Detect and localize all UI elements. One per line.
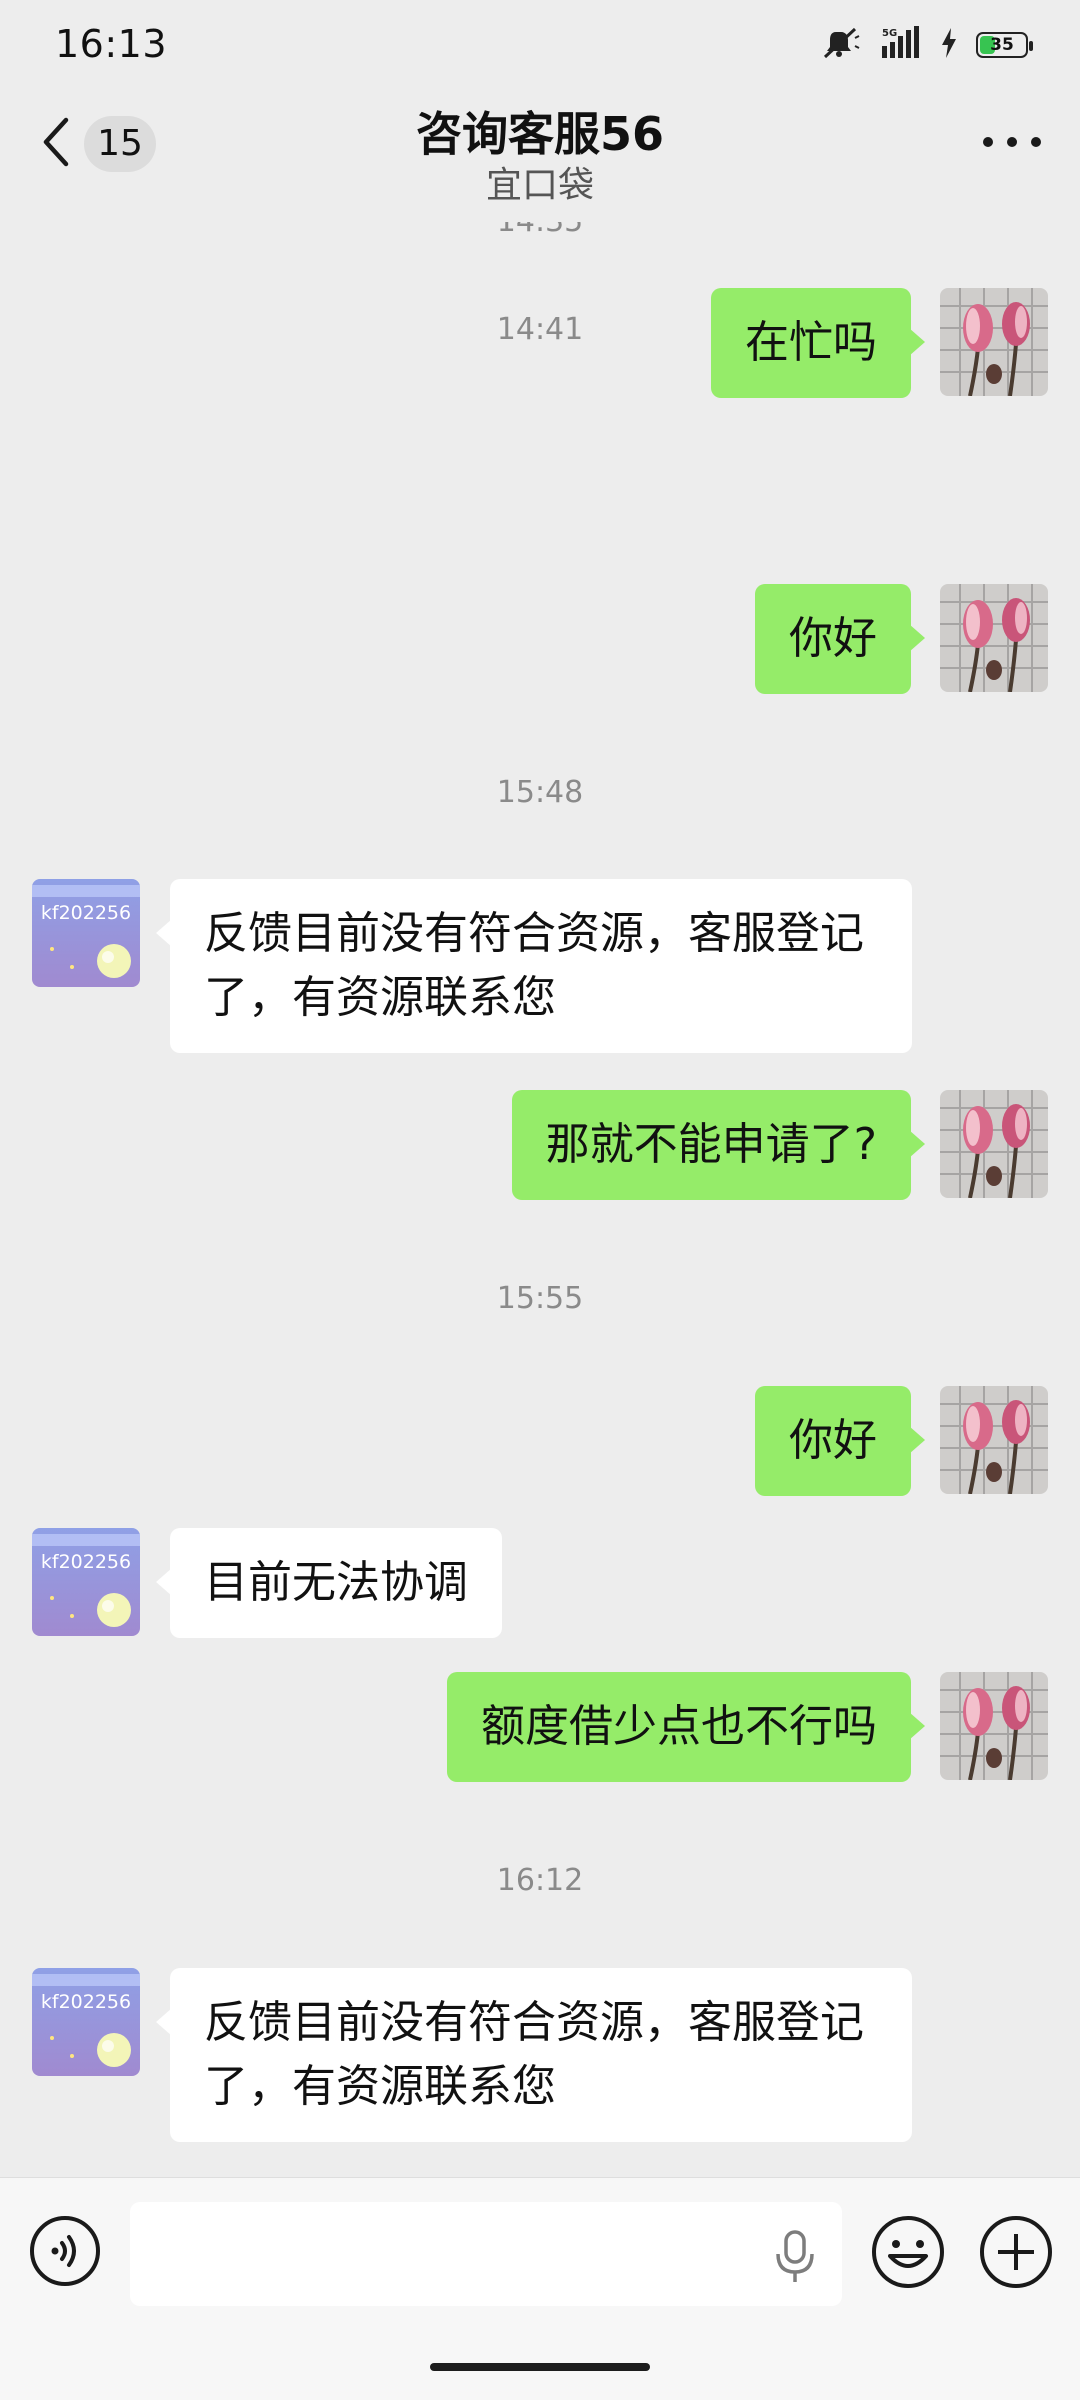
voice-input-button[interactable] [28, 2214, 102, 2288]
mute-vibrate-icon [822, 26, 862, 64]
status-icons: 5G 35 [822, 26, 1033, 64]
status-time: 16:13 [55, 22, 168, 66]
charging-icon [940, 28, 958, 62]
agent-avatar[interactable]: kf202256 [32, 1528, 140, 1636]
timestamp: 14:41 [496, 312, 584, 347]
more-options-button[interactable] [972, 114, 1052, 170]
battery-level: 35 [990, 35, 1014, 55]
message-list[interactable]: 14:35 在忙吗 14:41 [0, 222, 1080, 2177]
timestamp: 15:48 [496, 775, 584, 810]
emoji-button[interactable] [870, 2214, 946, 2290]
chat-screen: 16:13 5G 35 15 咨询客服56 宜口袋 在忙吗 14:41 你好 1… [0, 0, 1080, 2400]
message-bubble-outgoing[interactable]: 你好 [755, 584, 925, 694]
user-avatar[interactable] [940, 1386, 1048, 1494]
more-actions-button[interactable] [978, 2214, 1054, 2290]
agent-avatar[interactable]: kf202256 [32, 1968, 140, 2076]
agent-avatar[interactable]: kf202256 [32, 879, 140, 987]
timestamp-cut: 14:35 [0, 222, 1080, 239]
message-bubble-incoming[interactable]: 目前无法协调 [156, 1528, 502, 1638]
timestamp: 16:12 [496, 1863, 584, 1898]
more-dots-icon[interactable] [972, 137, 1052, 174]
plus-icon[interactable] [978, 2216, 1054, 2294]
home-indicator[interactable] [430, 2363, 650, 2371]
user-avatar[interactable] [940, 1672, 1048, 1780]
message-bubble-outgoing[interactable]: 额度借少点也不行吗 [447, 1672, 925, 1782]
user-avatar[interactable] [940, 1090, 1048, 1198]
timestamp: 15:55 [496, 1281, 584, 1316]
agent-avatar-text: kf202256 [41, 1551, 131, 1573]
signal-5g-icon: 5G [880, 26, 922, 64]
agent-avatar-text: kf202256 [41, 1991, 131, 2013]
voice-icon[interactable] [28, 2216, 102, 2292]
input-bar [0, 2177, 1080, 2400]
message-bubble-outgoing[interactable]: 那就不能申请了? [511, 1090, 926, 1200]
user-avatar[interactable] [940, 584, 1048, 692]
emoji-icon[interactable] [870, 2216, 946, 2294]
message-bubble-incoming[interactable]: 反馈目前没有符合资源，客服登记了，有资源联系您 [156, 1968, 912, 2142]
agent-avatar-text: kf202256 [41, 902, 131, 924]
network-label: 5G [882, 28, 897, 39]
message-bubble-incoming[interactable]: 反馈目前没有符合资源，客服登记了，有资源联系您 [156, 879, 912, 1053]
voice-to-text-button[interactable] [772, 2228, 818, 2284]
chat-title: 咨询客服56 [415, 107, 664, 161]
chat-header: 15 咨询客服56 宜口袋 [0, 92, 1080, 222]
status-bar: 16:13 5G 35 [0, 0, 1080, 92]
battery-icon: 35 [976, 32, 1033, 58]
chat-subtitle: 宜口袋 [485, 165, 594, 206]
message-bubble-outgoing[interactable]: 你好 [755, 1386, 925, 1496]
message-input[interactable] [130, 2202, 842, 2306]
microphone-icon[interactable] [772, 2230, 818, 2288]
